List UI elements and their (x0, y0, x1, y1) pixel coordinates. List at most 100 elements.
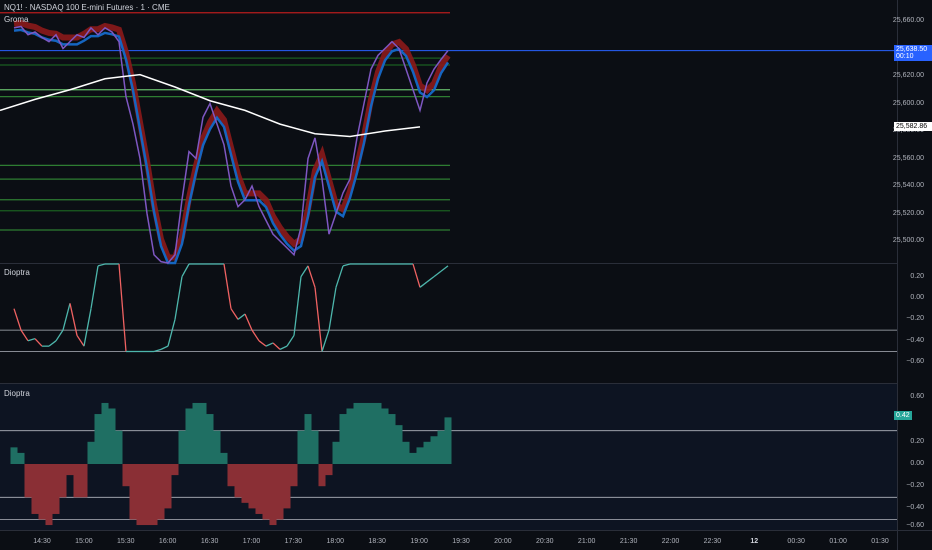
bar-countdown: 00:10 (896, 53, 914, 60)
histogram-bar (199, 402, 207, 464)
histogram-bar (374, 402, 382, 464)
pane1-indicator-label: Dioptra (4, 268, 30, 277)
histogram-bar (122, 464, 130, 487)
price-tick-label: 25,520.00 (892, 209, 924, 217)
histogram-bar (360, 402, 368, 464)
osc2-tick-label: −0.20 (906, 482, 924, 490)
main-indicator-label: Groma (4, 15, 29, 24)
histogram-bar (206, 414, 214, 464)
histogram-bar (213, 430, 221, 464)
time-tick-label: 12 (750, 538, 759, 545)
histogram-bar (171, 464, 179, 476)
histogram-bar (437, 430, 445, 464)
time-tick-label: 14:30 (33, 538, 51, 545)
osc1-tick-label: −0.60 (906, 358, 924, 366)
histogram-bar (297, 430, 305, 464)
histogram-bar (416, 447, 424, 464)
histogram-bar (409, 452, 417, 464)
price-tick-label: 25,600.00 (892, 99, 924, 107)
histogram-bar (87, 441, 95, 464)
time-tick-label: 22:00 (661, 538, 680, 545)
histogram-bar (66, 464, 74, 476)
osc1-tick-label: −0.40 (906, 336, 924, 344)
osc2-tick-label: −0.60 (906, 522, 924, 529)
histogram-bar (80, 464, 88, 498)
histogram-bar (129, 464, 137, 520)
histogram-bar (38, 464, 46, 520)
time-tick-label: 15:00 (75, 538, 93, 545)
osc2-tick-label: 0.60 (910, 393, 924, 401)
histogram-bar (339, 414, 347, 464)
histogram-bar (367, 402, 375, 464)
histogram-bar (402, 441, 410, 464)
price-tick-label: 25,540.00 (892, 182, 924, 189)
price-tick-label: 25,560.00 (892, 154, 924, 162)
osc2-tick-label: −0.40 (906, 504, 924, 512)
time-tick-label: 18:00 (326, 538, 345, 545)
time-tick-label: 21:30 (619, 538, 638, 545)
time-tick-label: 20:00 (494, 538, 512, 545)
time-tick-label: 16:30 (200, 538, 219, 545)
histogram-bar (227, 464, 235, 487)
time-tick-label: 16:00 (158, 538, 177, 545)
osc2-tick-label: 0.00 (910, 460, 924, 467)
histogram-bar (24, 464, 32, 498)
histogram-bar (423, 441, 431, 464)
histogram-bar (31, 464, 39, 514)
time-tick-label: 15:30 (117, 538, 135, 545)
histogram-bar (395, 425, 403, 464)
histogram-bar (332, 441, 340, 464)
histogram-bar (381, 408, 389, 464)
histogram-bar (353, 402, 361, 464)
time-tick-label: 19:30 (452, 538, 470, 545)
histogram-bar (52, 464, 60, 514)
histogram-bar (234, 464, 242, 498)
ma-value-badge: 25,582.86 (894, 122, 932, 131)
osc2-tick-label: 0.20 (910, 437, 924, 445)
histogram-bar (150, 464, 158, 526)
pane2-indicator-label: Dioptra (4, 389, 30, 398)
time-tick-label: 17:00 (242, 538, 261, 545)
last-price: 25,638.50 (896, 46, 928, 53)
histogram-bar (17, 452, 25, 464)
time-tick-label: 01:30 (871, 538, 889, 545)
time-tick-label: 18:30 (368, 538, 386, 545)
histogram-bar (388, 414, 396, 464)
osc1-tick-label: 0.20 (910, 272, 924, 280)
histogram-bar (185, 408, 193, 464)
symbol-title: NQ1! · NASDAQ 100 E-mini Futures · 1 · C… (4, 3, 170, 12)
histogram-bar (325, 464, 333, 476)
histogram-bar (94, 414, 102, 464)
histogram-bar (248, 464, 256, 509)
histogram-bar (59, 464, 67, 498)
histogram-bar (276, 464, 284, 520)
price-tick-label: 25,500.00 (892, 237, 924, 244)
chart-canvas[interactable] (0, 0, 932, 550)
osc1-tick-label: −0.20 (906, 315, 924, 323)
histogram-bar (255, 464, 263, 514)
price-tick-label: 25,660.00 (892, 17, 924, 24)
histogram-bar (283, 464, 291, 509)
histogram-bar (143, 464, 151, 526)
price-tick-label: 25,620.00 (892, 72, 924, 79)
histogram-bar (444, 417, 452, 464)
time-tick-label: 17:30 (284, 538, 303, 545)
histogram-bar (115, 430, 123, 464)
histogram-bar (311, 430, 319, 464)
histogram-bar (192, 402, 200, 464)
histogram-bar (101, 402, 109, 464)
histogram-bar (73, 464, 81, 498)
time-tick-label: 20:30 (536, 538, 554, 545)
histogram-bar (157, 464, 165, 520)
osc1-tick-label: 0.00 (910, 294, 924, 301)
histogram-bar (45, 464, 53, 526)
time-tick-label: 22:30 (703, 538, 722, 545)
histogram-bar (10, 447, 18, 464)
histogram-bar (241, 464, 249, 503)
time-tick-label: 19:00 (410, 538, 428, 545)
histogram-bar (290, 464, 298, 487)
histogram-bar (108, 408, 116, 464)
histogram-bar (269, 464, 277, 526)
histogram-bar (178, 430, 186, 464)
histogram-bar (164, 464, 172, 509)
